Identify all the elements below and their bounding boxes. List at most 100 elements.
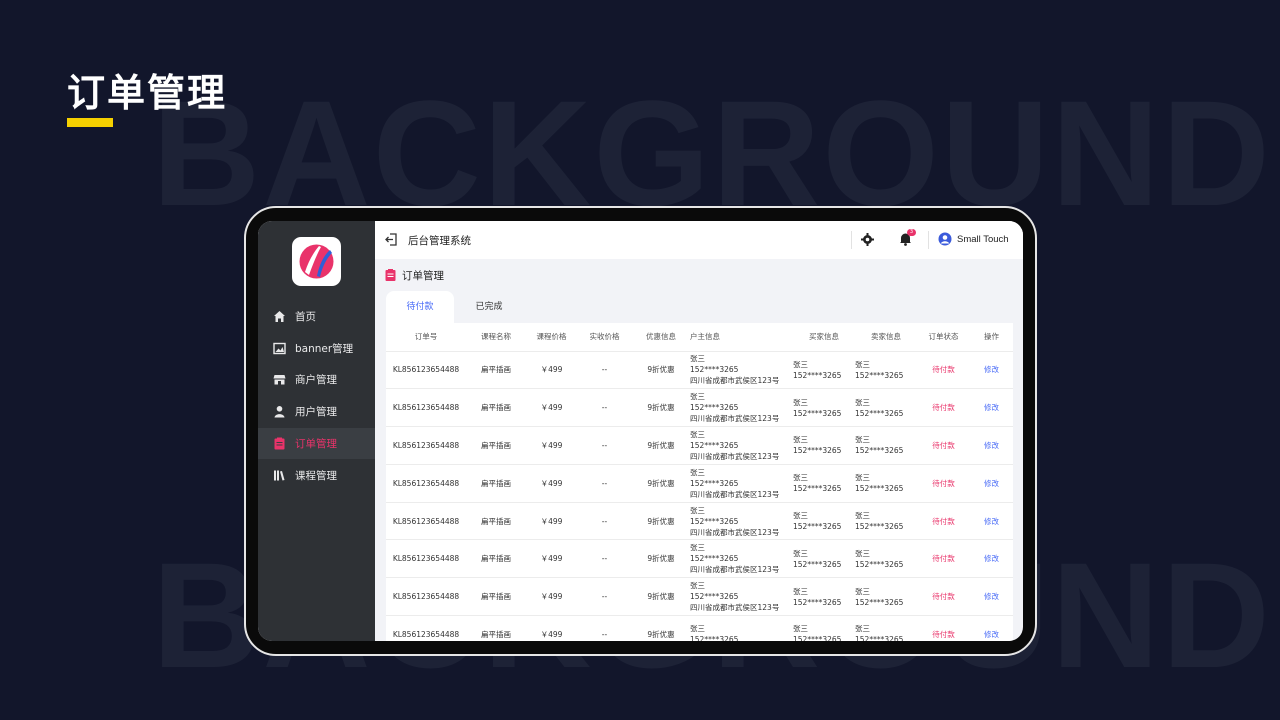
owner-info-cell-line: 四川省成都市武侯区123号 [690, 527, 780, 537]
owner-info-cell: 张三 152****3265 四川省成都市武侯区123号 [690, 502, 793, 541]
edit-link[interactable]: 修改 [970, 351, 1013, 390]
sidebar-item-4[interactable]: 订单管理 [258, 428, 375, 459]
seller-info-cell: 张三 152****3265 [855, 539, 917, 579]
sidebar-item-label: 首页 [295, 311, 316, 323]
course-name-cell: 扁平插画 [466, 426, 526, 465]
edit-link[interactable]: 修改 [970, 539, 1013, 579]
order-status-cell: 待付款 [917, 577, 970, 617]
user-name[interactable]: Small Touch [957, 234, 1009, 245]
table-row: KL856123654488 扁平插画 ￥499 -- 9折优惠 张三 152****326… [386, 351, 1013, 390]
course-price-cell: ￥499 [526, 351, 577, 390]
tab-completed[interactable]: 已完成 [455, 291, 523, 323]
discount-cell: 9折优惠 [632, 539, 690, 579]
tab-pending-payment[interactable]: 待付款 [386, 291, 454, 323]
seller-info-cell-line: 152****3265 [855, 370, 904, 380]
owner-info-cell-line: 张三 [690, 467, 705, 477]
buyer-info-cell-line: 张三 [793, 548, 808, 558]
seller-info-cell-line: 152****3265 [855, 635, 904, 641]
order-status-cell: 待付款 [917, 351, 970, 390]
sidebar-item-label: 课程管理 [295, 470, 337, 482]
edit-link[interactable]: 修改 [970, 464, 1013, 503]
seller-info-cell-line: 152****3265 [855, 597, 904, 607]
sidebar-item-0[interactable]: 首页 [258, 301, 375, 332]
order-status-cell: 待付款 [917, 539, 970, 579]
paid-price-cell: -- [577, 539, 632, 579]
edit-link[interactable]: 修改 [970, 388, 1013, 428]
owner-info-cell-line: 152****3265 [690, 403, 739, 413]
sidebar-item-2[interactable]: 商户管理 [258, 364, 375, 395]
seller-info-cell-line: 152****3265 [855, 446, 904, 456]
course-price-cell: ￥499 [526, 502, 577, 541]
paid-price-cell: -- [577, 502, 632, 541]
seller-info-cell-line: 张三 [855, 359, 870, 369]
owner-info-cell-line: 152****3265 [690, 365, 739, 375]
gear-icon[interactable] [861, 233, 874, 246]
column-header: 操作 [970, 323, 1013, 352]
buyer-info-cell-line: 张三 [793, 435, 808, 445]
course-name-cell: 扁平插画 [466, 388, 526, 428]
seller-info-cell-line: 张三 [855, 511, 870, 521]
seller-info-cell-line: 张三 [855, 586, 870, 596]
table-row: KL856123654488 扁平插画 ￥499 -- 9折优惠 张三 152****326… [386, 464, 1013, 503]
column-header: 卖家信息 [855, 323, 917, 352]
page-heading: 订单管理 [67, 71, 228, 115]
course-price-cell: ￥499 [526, 426, 577, 465]
sidebar-item-3[interactable]: 用户管理 [258, 396, 375, 427]
logout-icon[interactable] [385, 233, 398, 246]
table-row: KL856123654488 扁平插画 ￥499 -- 9折优惠 张三 152****326… [386, 577, 1013, 617]
column-header: 优惠信息 [632, 323, 690, 352]
column-header: 课程价格 [526, 323, 577, 352]
paid-price-cell: -- [577, 577, 632, 617]
edit-link[interactable]: 修改 [970, 426, 1013, 465]
sidebar-item-label: 用户管理 [295, 406, 337, 418]
buyer-info-cell-line: 张三 [793, 624, 808, 634]
top-bar: 后台管理系统 3 Small Touch [375, 221, 1023, 259]
discount-cell: 9折优惠 [632, 577, 690, 617]
section-title: 订单管理 [402, 270, 444, 282]
buyer-info-cell-line: 张三 [793, 586, 808, 596]
seller-info-cell: 张三 152****3265 [855, 426, 917, 465]
column-header: 订单号 [386, 323, 466, 352]
column-header: 订单状态 [917, 323, 970, 352]
order-number-cell: KL856123654488 [386, 351, 466, 390]
seller-info-cell: 张三 152****3265 [855, 388, 917, 428]
order-status-cell: 待付款 [917, 464, 970, 503]
table-row: KL856123654488 扁平插画 ￥499 -- 9折优惠 张三 152****326… [386, 539, 1013, 579]
course-name-cell: 扁平插画 [466, 615, 526, 641]
buyer-info-cell: 张三 152****3265 [793, 351, 855, 390]
order-status-cell: 待付款 [917, 615, 970, 641]
edit-link[interactable]: 修改 [970, 577, 1013, 617]
user-icon [273, 405, 286, 418]
discount-cell: 9折优惠 [632, 502, 690, 541]
heading-underline [67, 118, 113, 127]
column-header: 买家信息 [793, 323, 855, 352]
table-row: KL856123654488 扁平插画 ￥499 -- 9折优惠 张三 152****326… [386, 426, 1013, 465]
tablet-screen: 首页 banner管理 商户管理 用户管理 订单管理 课程管理 后台管理系统 3 Smal… [258, 221, 1023, 641]
owner-info-cell: 张三 152****3265 四川省成都市武侯区123号 [690, 351, 793, 390]
order-number-cell: KL856123654488 [386, 388, 466, 428]
table-row: KL856123654488 扁平插画 ￥499 -- 9折优惠 张三 152****326… [386, 388, 1013, 428]
owner-info-cell-line: 四川省成都市武侯区123号 [690, 565, 780, 575]
owner-info-cell-line: 152****3265 [690, 516, 739, 526]
owner-info-cell-line: 四川省成都市武侯区123号 [690, 603, 780, 613]
table-row: KL856123654488 扁平插画 ￥499 -- 9折优惠 张三 152****326… [386, 502, 1013, 541]
buyer-info-cell-line: 152****3265 [793, 446, 842, 456]
discount-cell: 9折优惠 [632, 351, 690, 390]
owner-info-cell-line: 张三 [690, 581, 705, 591]
discount-cell: 9折优惠 [632, 388, 690, 428]
buyer-info-cell: 张三 152****3265 [793, 539, 855, 579]
course-name-cell: 扁平插画 [466, 351, 526, 390]
edit-link[interactable]: 修改 [970, 502, 1013, 541]
user-avatar-icon[interactable] [938, 232, 952, 246]
order-status-cell: 待付款 [917, 426, 970, 465]
owner-info-cell-line: 四川省成都市武侯区123号 [690, 451, 780, 461]
sidebar-item-1[interactable]: banner管理 [258, 333, 375, 364]
buyer-info-cell-line: 152****3265 [793, 559, 842, 569]
notification-badge: 3 [907, 229, 916, 236]
course-price-cell: ￥499 [526, 577, 577, 617]
sidebar-item-5[interactable]: 课程管理 [258, 460, 375, 491]
edit-link[interactable]: 修改 [970, 615, 1013, 641]
owner-info-cell-line: 四川省成都市武侯区123号 [690, 489, 780, 499]
discount-cell: 9折优惠 [632, 464, 690, 503]
app-logo[interactable] [292, 237, 341, 286]
